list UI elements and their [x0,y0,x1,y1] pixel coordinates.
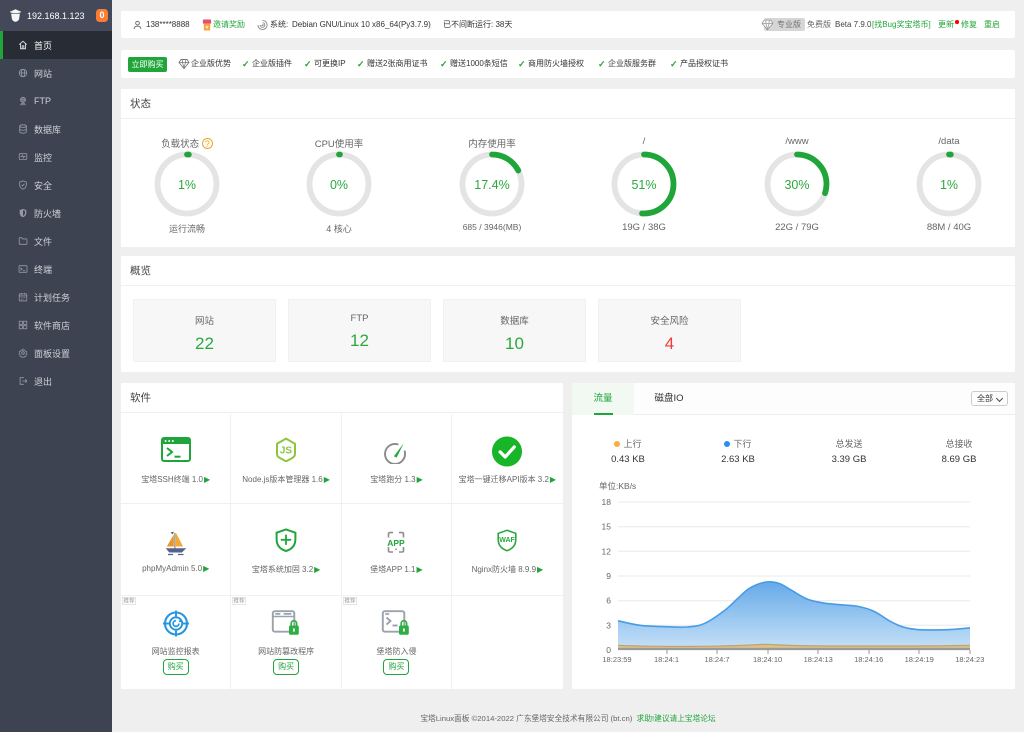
svg-text:6: 6 [606,596,611,606]
svg-text:18:24:1: 18:24:1 [654,655,679,664]
svg-text:1%: 1% [940,178,958,192]
svg-text:3: 3 [606,620,611,630]
svg-text:18:24:7: 18:24:7 [704,655,729,664]
svg-text:0: 0 [606,645,611,655]
svg-text:18:24:23: 18:24:23 [955,655,984,664]
svg-text:15: 15 [602,522,612,532]
svg-text:18: 18 [602,497,612,507]
svg-text:18:23:59: 18:23:59 [602,655,631,664]
svg-text:0%: 0% [330,178,348,192]
svg-text:1%: 1% [178,178,196,192]
svg-text:18:24:16: 18:24:16 [854,655,883,664]
svg-text:30%: 30% [784,178,809,192]
svg-text:12: 12 [602,546,612,556]
svg-text:18:24:19: 18:24:19 [905,655,934,664]
svg-text:18:24:10: 18:24:10 [753,655,782,664]
svg-text:9: 9 [606,571,611,581]
svg-text:17.4%: 17.4% [474,178,509,192]
svg-text:WAF: WAF [500,537,516,544]
svg-text:18:24:13: 18:24:13 [804,655,833,664]
svg-text:JS: JS [280,445,293,456]
svg-text:APP: APP [388,538,406,548]
svg-text:51%: 51% [631,178,656,192]
